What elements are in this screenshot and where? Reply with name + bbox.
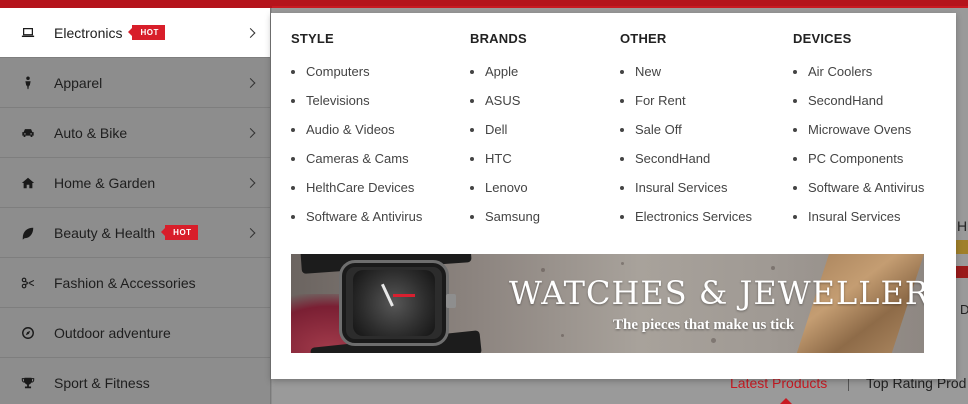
menu-link[interactable]: PC Components [793, 151, 924, 180]
hot-badge: HOT [161, 225, 198, 240]
electronics-mega-menu: STYLE Computers Televisions Audio & Vide… [271, 13, 956, 379]
laptop-icon [20, 25, 36, 41]
watch-hand [393, 294, 415, 297]
leaf-icon [20, 225, 36, 241]
menu-link[interactable]: Insural Services [793, 209, 924, 238]
menu-link[interactable]: Air Coolers [793, 64, 924, 93]
menu-link[interactable]: HTC [470, 151, 540, 180]
menu-link[interactable]: Dell [470, 122, 540, 151]
compass-icon [20, 325, 36, 341]
menu-column-other: OTHER New For Rent Sale Off SecondHand I… [620, 31, 752, 238]
sidebar-item-beauty-health[interactable]: Beauty & Health HOT [0, 208, 270, 258]
menu-link[interactable]: SecondHand [793, 93, 924, 122]
chevron-right-icon [245, 127, 256, 138]
sidebar-item-label: Home & Garden [54, 174, 156, 191]
column-title: BRANDS [470, 31, 527, 46]
banner-subtitle: The pieces that make us tick [613, 317, 795, 333]
sidebar-item-apparel[interactable]: Apparel [0, 58, 270, 108]
menu-link[interactable]: Computers [291, 64, 422, 93]
tab-separator [848, 377, 849, 391]
partial-letter: D [960, 302, 968, 317]
home-icon [20, 175, 36, 191]
sidebar-item-outdoor-adventure[interactable]: Outdoor adventure [0, 308, 270, 358]
menu-link[interactable]: Lenovo [470, 180, 540, 209]
banner-texture [621, 262, 624, 265]
car-icon [20, 125, 36, 141]
menu-link[interactable]: New [620, 64, 752, 93]
link-list: Computers Televisions Audio & Videos Cam… [291, 64, 422, 238]
menu-link[interactable]: Apple [470, 64, 540, 93]
menu-link[interactable]: ASUS [470, 93, 540, 122]
chevron-right-icon [245, 27, 256, 38]
banner-texture [561, 334, 564, 337]
banner-texture [711, 338, 716, 343]
sidebar-item-fashion-accessories[interactable]: Fashion & Accessories [0, 258, 270, 308]
link-list: Air Coolers SecondHand Microwave Ovens P… [793, 64, 924, 238]
sidebar-item-label: Apparel [54, 74, 103, 91]
sidebar-item-label: Auto & Bike [54, 124, 128, 141]
menu-link[interactable]: HelthCare Devices [291, 180, 422, 209]
sidebar-item-auto-bike[interactable]: Auto & Bike [0, 108, 270, 158]
menu-link[interactable]: Cameras & Cams [291, 151, 422, 180]
link-list: New For Rent Sale Off SecondHand Insural… [620, 64, 752, 238]
banner-title: WATCHES & JEWELLERY [509, 274, 924, 312]
active-tab-caret [780, 398, 792, 404]
sidebar-item-label: Beauty & Health [54, 224, 156, 241]
link-list: Apple ASUS Dell HTC Lenovo Samsung [470, 64, 540, 238]
sidebar-item-electronics[interactable]: Electronics HOT [0, 8, 270, 58]
partial-heading-letter: H [957, 218, 968, 234]
menu-link[interactable]: Samsung [470, 209, 540, 238]
menu-link[interactable]: Software & Antivirus [793, 180, 924, 209]
menu-link[interactable]: For Rent [620, 93, 752, 122]
nav-accent-line [272, 6, 968, 8]
menu-link[interactable]: Sale Off [620, 122, 752, 151]
menu-link[interactable]: Insural Services [620, 180, 752, 209]
sidebar-item-home-garden[interactable]: Home & Garden [0, 158, 270, 208]
chevron-right-icon [245, 77, 256, 88]
trophy-icon [20, 375, 36, 391]
menu-column-devices: DEVICES Air Coolers SecondHand Microwave… [793, 31, 924, 238]
banner-texture [771, 266, 775, 270]
chevron-right-icon [245, 177, 256, 188]
menu-link[interactable]: Microwave Ovens [793, 122, 924, 151]
menu-link[interactable]: Televisions [291, 93, 422, 122]
menu-link[interactable]: Electronics Services [620, 209, 752, 238]
scissors-icon [20, 275, 36, 291]
column-title: STYLE [291, 31, 334, 46]
menu-link[interactable]: Audio & Videos [291, 122, 422, 151]
category-sidebar: Electronics HOT Apparel Auto & Bike Home… [0, 8, 271, 404]
sidebar-item-label: Electronics [54, 24, 123, 41]
column-title: DEVICES [793, 31, 852, 46]
menu-column-style: STYLE Computers Televisions Audio & Vide… [291, 31, 422, 238]
sidebar-item-label: Fashion & Accessories [54, 274, 196, 291]
watches-jewellery-banner[interactable]: WATCHES & JEWELLERY The pieces that make… [291, 254, 924, 353]
sidebar-item-label: Sport & Fitness [54, 374, 150, 391]
banner-texture [541, 268, 545, 272]
watch-crown [446, 294, 456, 308]
hot-badge: HOT [128, 25, 165, 40]
menu-link[interactable]: SecondHand [620, 151, 752, 180]
sidebar-item-sport-fitness[interactable]: Sport & Fitness [0, 358, 270, 404]
partial-rating-accent [956, 240, 968, 254]
watch-dial [353, 270, 435, 336]
partial-red-bar [954, 266, 968, 278]
person-icon [20, 75, 36, 91]
sidebar-item-label: Outdoor adventure [54, 324, 171, 341]
chevron-right-icon [245, 227, 256, 238]
menu-link[interactable]: Software & Antivirus [291, 209, 422, 238]
menu-column-brands: BRANDS Apple ASUS Dell HTC Lenovo Samsun… [470, 31, 540, 238]
column-title: OTHER [620, 31, 667, 46]
